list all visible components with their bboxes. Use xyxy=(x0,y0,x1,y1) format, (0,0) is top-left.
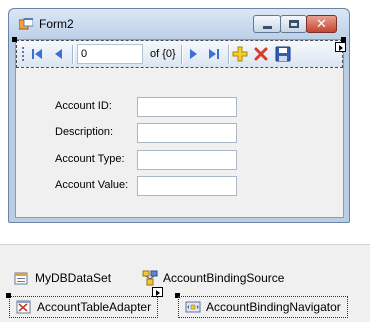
binding-navigator-component[interactable]: AccountBindingNavigator xyxy=(178,296,348,318)
toolstrip-separator xyxy=(181,45,182,64)
selection-handle[interactable] xyxy=(6,293,11,298)
binding-navigator-toolstrip[interactable]: 0 of {0} xyxy=(16,40,343,68)
title-bar[interactable]: Form2 ✕ xyxy=(9,9,349,39)
maximize-icon xyxy=(289,20,299,28)
delete-icon[interactable] xyxy=(253,46,269,62)
account-value-label: Account Value: xyxy=(55,179,129,191)
dataset-label: MyDBDataSet xyxy=(35,271,112,285)
table-adapter-icon xyxy=(16,300,31,314)
toolstrip-grip[interactable] xyxy=(22,47,24,62)
smart-tag-glyph[interactable] xyxy=(152,287,163,297)
table-adapter-component[interactable]: AccountTableAdapter xyxy=(9,296,159,318)
dataset-icon xyxy=(14,272,28,285)
account-value-textbox[interactable] xyxy=(137,176,237,196)
description-label: Description: xyxy=(55,126,114,138)
account-id-textbox[interactable] xyxy=(137,97,237,117)
smart-tag-glyph[interactable] xyxy=(335,42,346,52)
description-textbox[interactable] xyxy=(137,123,237,143)
minimize-icon xyxy=(263,26,272,29)
position-item-textbox[interactable]: 0 xyxy=(77,44,143,64)
move-next-icon[interactable] xyxy=(185,46,201,62)
binding-source-component[interactable]: AccountBindingSource xyxy=(142,267,284,289)
dataset-component[interactable]: MyDBDataSet xyxy=(14,267,111,289)
move-last-icon[interactable] xyxy=(206,46,222,62)
toolstrip-separator xyxy=(228,45,229,64)
form-client-area: 0 of {0} Account ID: Description: Accoun… xyxy=(12,37,346,218)
window-title: Form2 xyxy=(39,17,74,31)
selection-handle[interactable] xyxy=(12,37,17,42)
binding-navigator-label: AccountBindingNavigator xyxy=(206,300,341,314)
count-item-label: of {0} xyxy=(150,48,176,60)
account-type-textbox[interactable] xyxy=(137,150,237,170)
binding-source-icon xyxy=(142,270,158,286)
account-type-label: Account Type: xyxy=(55,153,125,165)
close-button[interactable]: ✕ xyxy=(306,15,337,33)
close-icon: ✕ xyxy=(316,16,327,31)
form-icon xyxy=(19,18,33,30)
table-adapter-label: AccountTableAdapter xyxy=(37,300,152,314)
move-previous-icon[interactable] xyxy=(51,46,67,62)
component-tray: MyDBDataSet AccountBindingSource Account… xyxy=(0,244,370,322)
toolstrip-separator xyxy=(72,45,73,64)
form2-window: Form2 ✕ 0 of {0} Account ID: Description… xyxy=(8,8,350,223)
save-icon[interactable] xyxy=(275,46,291,62)
minimize-button[interactable] xyxy=(253,15,281,33)
binding-source-label: AccountBindingSource xyxy=(163,271,285,285)
move-first-icon[interactable] xyxy=(29,46,45,62)
account-id-label: Account ID: xyxy=(55,100,112,112)
add-new-icon[interactable] xyxy=(232,46,248,62)
maximize-button[interactable] xyxy=(280,15,307,33)
binding-navigator-icon xyxy=(185,301,201,313)
